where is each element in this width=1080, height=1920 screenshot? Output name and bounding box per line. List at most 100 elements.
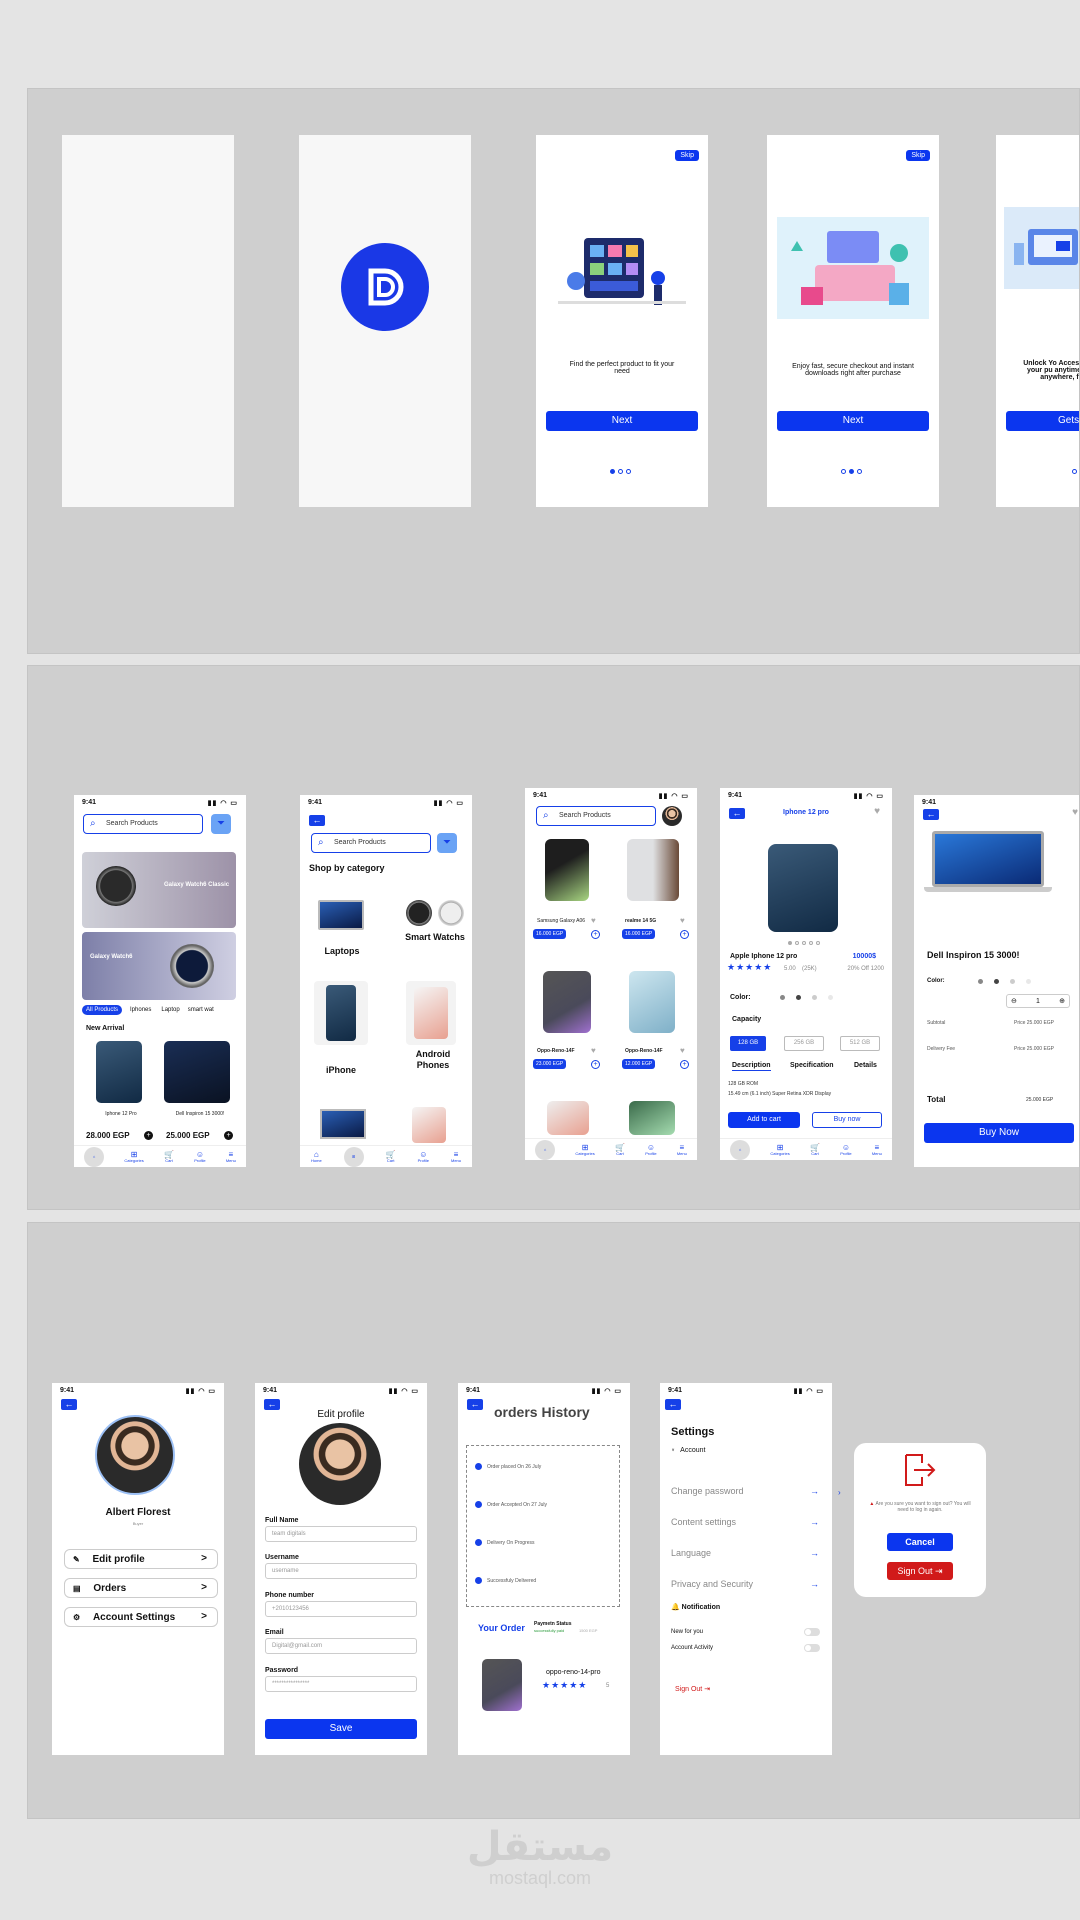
minus-icon[interactable]: ⊖ bbox=[1011, 997, 1017, 1005]
tab-cart[interactable]: 🛒 Cart bbox=[615, 1143, 625, 1156]
heart-icon[interactable]: ♥ bbox=[1072, 807, 1078, 818]
add-icon[interactable]: + bbox=[591, 1060, 600, 1069]
category-android[interactable]: Android Phones bbox=[400, 981, 466, 1076]
tab-home[interactable]: ⌂ bbox=[535, 1139, 556, 1160]
username-field[interactable]: username bbox=[265, 1563, 417, 1579]
tab-menu[interactable]: ≡ Menu bbox=[677, 1143, 687, 1156]
color-option[interactable] bbox=[796, 995, 801, 1000]
tab-categories[interactable]: ⊞ Categories bbox=[124, 1150, 143, 1163]
back-button[interactable]: ← bbox=[309, 815, 325, 826]
category-laptops[interactable]: Laptops bbox=[312, 890, 372, 956]
color-option[interactable] bbox=[780, 995, 785, 1000]
tab-home[interactable]: ⌂ bbox=[730, 1139, 751, 1160]
add-icon[interactable]: + bbox=[680, 930, 689, 939]
color-option[interactable] bbox=[1026, 979, 1031, 984]
back-button[interactable]: ← bbox=[923, 809, 939, 820]
banner-watch[interactable]: Galaxy Watch6 bbox=[82, 932, 236, 1000]
cancel-button[interactable]: Cancel bbox=[887, 1533, 953, 1551]
tab-profile[interactable]: ☺ Profile bbox=[418, 1150, 429, 1163]
capacity-512[interactable]: 512 GB bbox=[840, 1036, 880, 1051]
back-button[interactable]: ← bbox=[467, 1399, 483, 1410]
filter-button[interactable]: ⏷ bbox=[437, 833, 457, 853]
add-to-cart-button[interactable]: Add to cart bbox=[728, 1112, 800, 1128]
tab-categories[interactable]: ⊞ Categories bbox=[575, 1143, 594, 1156]
category-smartwatch[interactable]: Smart Watchs bbox=[398, 890, 472, 950]
skip-button[interactable]: Skip bbox=[906, 150, 930, 161]
chip-all[interactable]: All Products bbox=[82, 1005, 123, 1015]
tab-details[interactable]: Details bbox=[854, 1062, 877, 1069]
tab-cart[interactable]: 🛒 Cart bbox=[386, 1150, 396, 1163]
tab-menu[interactable]: ≡ Menu bbox=[226, 1150, 236, 1163]
avatar[interactable] bbox=[662, 806, 682, 826]
banner-watch-classic[interactable]: Galaxy Watch6 Classic bbox=[82, 852, 236, 928]
tab-menu[interactable]: ≡ Menu bbox=[872, 1143, 882, 1156]
avatar[interactable] bbox=[299, 1423, 381, 1505]
next-button[interactable]: Next bbox=[546, 411, 698, 431]
email-field[interactable]: Digital@gmail.com bbox=[265, 1638, 417, 1654]
tab-profile[interactable]: ☺ Profile bbox=[645, 1143, 656, 1156]
confirm-sign-out-button[interactable]: Sign Out ⇥ bbox=[887, 1562, 953, 1580]
add-icon[interactable]: + bbox=[144, 1131, 153, 1140]
product-card[interactable] bbox=[84, 1039, 154, 1109]
setting-change-password[interactable]: Change password → bbox=[671, 1486, 819, 1496]
heart-icon[interactable]: ♥ bbox=[680, 916, 685, 925]
quantity-stepper[interactable]: ⊖ 1 ⊕ bbox=[1006, 994, 1070, 1008]
filter-button[interactable]: ⏷ bbox=[211, 814, 231, 834]
buy-now-button[interactable]: Buy now bbox=[812, 1112, 882, 1128]
orders-button[interactable]: ▤ Orders > bbox=[64, 1578, 218, 1598]
toggle-new-for-you[interactable] bbox=[804, 1628, 820, 1636]
tab-profile[interactable]: ☺ Profile bbox=[840, 1143, 851, 1156]
save-button[interactable]: Save bbox=[265, 1719, 417, 1739]
get-started-button[interactable]: Gets bbox=[1006, 411, 1079, 431]
search-input[interactable]: ⌕ Search Products bbox=[83, 814, 203, 834]
setting-language[interactable]: Language → bbox=[671, 1548, 819, 1558]
tab-home[interactable]: ⌂ Home bbox=[311, 1150, 322, 1163]
password-field[interactable]: **************** bbox=[265, 1676, 417, 1692]
plus-icon[interactable]: ⊕ bbox=[1059, 997, 1065, 1005]
account-settings-button[interactable]: ⚙ Account Settings > bbox=[64, 1607, 218, 1627]
buy-now-button[interactable]: Buy Now bbox=[924, 1123, 1074, 1143]
chip-laptop[interactable]: Laptop bbox=[159, 1005, 181, 1015]
tab-categories[interactable]: ⊞ Categories bbox=[770, 1143, 789, 1156]
color-option[interactable] bbox=[812, 995, 817, 1000]
tab-cart[interactable]: 🛒 Cart bbox=[164, 1150, 174, 1163]
sign-out-link[interactable]: Sign Out ⇥ bbox=[675, 1685, 710, 1693]
heart-icon[interactable]: ♥ bbox=[680, 1046, 685, 1055]
tab-home[interactable]: ⌂ bbox=[84, 1146, 105, 1167]
search-input[interactable]: ⌕ Search Products bbox=[536, 806, 656, 826]
fullname-field[interactable]: team digitals bbox=[265, 1526, 417, 1542]
color-option[interactable] bbox=[1010, 979, 1015, 984]
capacity-256[interactable]: 256 GB bbox=[784, 1036, 824, 1051]
toggle-account-activity[interactable] bbox=[804, 1644, 820, 1652]
tab-description[interactable]: Description bbox=[732, 1062, 771, 1071]
capacity-128[interactable]: 128 GB bbox=[730, 1036, 766, 1051]
tab-menu[interactable]: ≡ Menu bbox=[451, 1150, 461, 1163]
chip-iphones[interactable]: Iphones bbox=[128, 1005, 153, 1015]
tab-specification[interactable]: Specification bbox=[790, 1062, 834, 1069]
product-card[interactable] bbox=[164, 1039, 234, 1109]
search-input[interactable]: ⌕ Search Products bbox=[311, 833, 431, 853]
back-button[interactable]: ← bbox=[665, 1399, 681, 1410]
tab-categories[interactable]: ⊞ bbox=[343, 1146, 364, 1167]
heart-icon[interactable]: ♥ bbox=[874, 806, 880, 817]
color-option[interactable] bbox=[978, 979, 983, 984]
category-iphone[interactable]: iPhone bbox=[308, 981, 374, 1076]
color-option[interactable] bbox=[994, 979, 999, 984]
product-name: Dell Inspiron 15 3000! bbox=[927, 950, 1020, 960]
chip-smartwatch[interactable]: smart wat bbox=[188, 1005, 214, 1015]
phone-field[interactable]: +2010123456 bbox=[265, 1601, 417, 1617]
tab-cart[interactable]: 🛒 Cart bbox=[810, 1143, 820, 1156]
heart-icon[interactable]: ♥ bbox=[591, 1046, 596, 1055]
color-option[interactable] bbox=[828, 995, 833, 1000]
add-icon[interactable]: + bbox=[680, 1060, 689, 1069]
add-icon[interactable]: + bbox=[591, 930, 600, 939]
next-button[interactable]: Next bbox=[777, 411, 929, 431]
tab-profile[interactable]: ☺ Profile bbox=[194, 1150, 205, 1163]
edit-profile-button[interactable]: ✎ Edit profile > bbox=[64, 1549, 218, 1569]
setting-privacy[interactable]: Privacy and Security → bbox=[671, 1579, 819, 1589]
add-icon[interactable]: + bbox=[224, 1131, 233, 1140]
heart-icon[interactable]: ♥ bbox=[591, 916, 596, 925]
setting-content[interactable]: Content settings → bbox=[671, 1517, 819, 1527]
skip-button[interactable]: Skip bbox=[675, 150, 699, 161]
back-button[interactable]: ← bbox=[61, 1399, 77, 1410]
